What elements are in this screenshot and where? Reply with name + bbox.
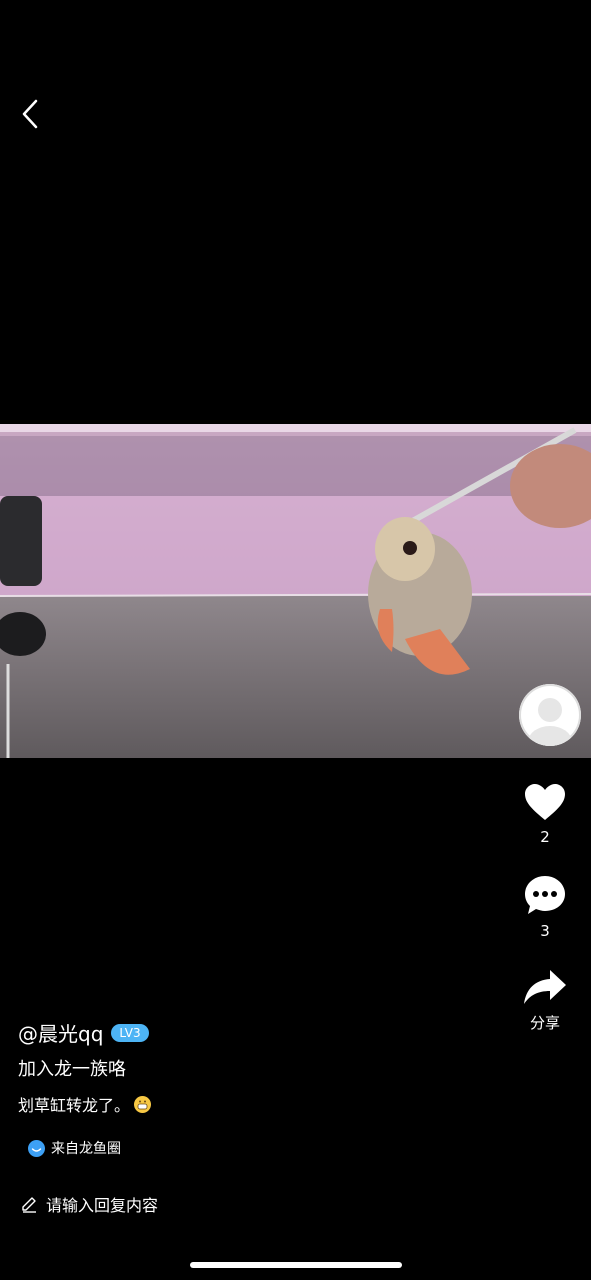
grinning-emoji-icon: [134, 1095, 152, 1113]
default-avatar-icon: [528, 698, 572, 746]
back-button[interactable]: [14, 96, 50, 132]
share-label: 分享: [529, 1014, 560, 1032]
comment-bubble-icon: [525, 876, 565, 914]
post-title: 加入龙一族咯: [18, 1059, 126, 1080]
author-avatar[interactable]: [519, 684, 581, 746]
emoji-face: [134, 1096, 151, 1112]
source-circle-link[interactable]: 来自龙鱼圈: [28, 1138, 121, 1158]
author-row: @晨光qq LV3: [18, 1018, 149, 1047]
comment-button[interactable]: 3: [499, 874, 591, 940]
heart-icon: [525, 784, 565, 820]
level-badge: LV3: [111, 1023, 149, 1042]
post-description: 划草缸转龙了。: [18, 1092, 152, 1116]
post-description-text: 划草缸转龙了。: [18, 1096, 131, 1115]
reply-placeholder: 请输入回复内容: [46, 1196, 159, 1215]
video-frame: [0, 424, 591, 758]
chat-circle-glyph: [28, 1140, 45, 1156]
comment-count: 3: [540, 922, 550, 940]
pencil-icon: [22, 1197, 36, 1213]
chevron-left-icon: [22, 99, 38, 129]
like-count: 2: [540, 828, 550, 846]
chat-circle-icon: [28, 1139, 45, 1157]
reply-input[interactable]: 请输入回复内容: [20, 1192, 158, 1216]
video-player[interactable]: [0, 424, 591, 758]
share-arrow-icon: [524, 970, 566, 1004]
like-button[interactable]: 2: [499, 782, 591, 846]
home-indicator[interactable]: [190, 1262, 402, 1268]
source-circle-label: 来自龙鱼圈: [51, 1141, 121, 1157]
author-username[interactable]: @晨光qq: [18, 1018, 103, 1047]
share-button[interactable]: 分享: [499, 968, 591, 1033]
